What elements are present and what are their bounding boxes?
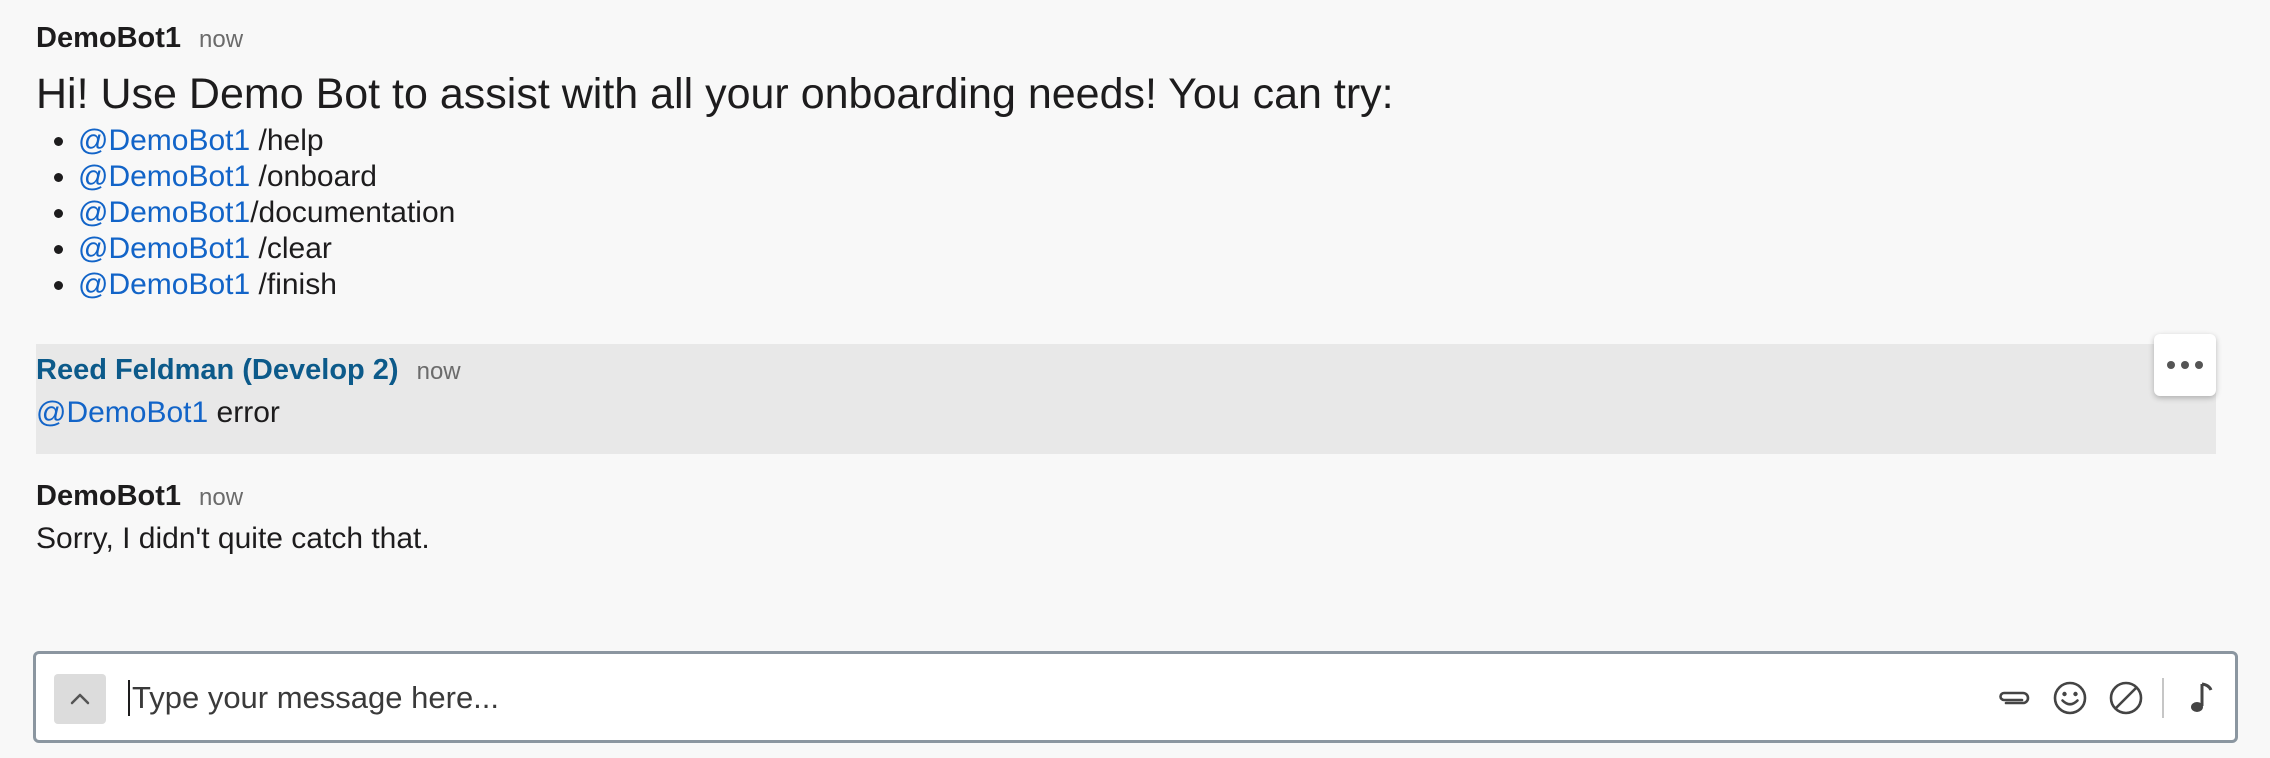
more-dot <box>2181 361 2189 369</box>
more-actions-button[interactable] <box>2154 334 2216 396</box>
command-text: /documentation <box>250 196 456 229</box>
chevron-up-icon <box>70 693 90 705</box>
list-item: @DemoBot1 /help <box>78 123 2216 159</box>
list-item: @DemoBot1/documentation <box>78 195 2216 231</box>
message-input[interactable]: Type your message here... <box>128 672 1828 724</box>
more-dot <box>2195 361 2203 369</box>
list-item: @DemoBot1 /clear <box>78 231 2216 267</box>
paperclip-icon <box>1999 691 2030 705</box>
bot-message-reply: DemoBot1 now Sorry, I didn't quite catch… <box>36 480 2216 559</box>
command-text: /onboard <box>250 160 377 193</box>
command-text: /clear <box>250 232 332 265</box>
command-text: /finish <box>250 268 337 301</box>
message-timestamp: now <box>416 358 461 385</box>
message-body: error <box>208 396 280 429</box>
bot-message-welcome: DemoBot1 now Hi! Use Demo Bot to assist … <box>36 22 2216 303</box>
mention-link[interactable]: @DemoBot1 <box>78 232 250 265</box>
mention-link[interactable]: @DemoBot1 <box>36 396 208 429</box>
message-timestamp: now <box>199 26 244 53</box>
mention-link[interactable]: @DemoBot1 <box>78 268 250 301</box>
input-placeholder: Type your message here... <box>132 680 500 715</box>
music-note-icon <box>2191 682 2213 712</box>
command-list: @DemoBot1 /help @DemoBot1 /onboard @Demo… <box>36 123 2216 303</box>
list-item: @DemoBot1 /onboard <box>78 159 2216 195</box>
welcome-text: Hi! Use Demo Bot to assist with all your… <box>36 70 1394 118</box>
sender-name[interactable]: Reed Feldman (Develop 2) <box>36 354 399 387</box>
expand-composer-button[interactable] <box>54 674 106 724</box>
message-header: DemoBot1 now <box>36 480 2216 513</box>
message-header: DemoBot1 now <box>36 22 2216 55</box>
command-text: /help <box>250 124 324 157</box>
message-header: Reed Feldman (Develop 2) now <box>36 354 2216 387</box>
sender-name[interactable]: DemoBot1 <box>36 480 181 513</box>
user-message[interactable]: Reed Feldman (Develop 2) now @DemoBot1 e… <box>36 354 2216 433</box>
message-text: Sorry, I didn't quite catch that. <box>36 522 430 555</box>
mention-link[interactable]: @DemoBot1 <box>78 196 250 229</box>
message-text: @DemoBot1 error <box>36 393 2216 433</box>
mention-link[interactable]: @DemoBot1 <box>78 160 250 193</box>
emoji-icon <box>2053 681 2087 715</box>
block-icon <box>2109 681 2143 715</box>
block-button[interactable] <box>2104 676 2148 720</box>
emoji-button[interactable] <box>2048 676 2092 720</box>
attach-button[interactable] <box>1992 676 2036 720</box>
toolbar-divider <box>2162 678 2164 718</box>
list-item: @DemoBot1 /finish <box>78 267 2216 303</box>
text-caret <box>128 680 130 716</box>
sender-name[interactable]: DemoBot1 <box>36 22 181 55</box>
mention-link[interactable]: @DemoBot1 <box>78 124 250 157</box>
audio-button[interactable] <box>2180 676 2224 720</box>
message-composer[interactable]: Type your message here... <box>33 651 2238 743</box>
more-dot <box>2167 361 2175 369</box>
message-timestamp: now <box>199 484 244 511</box>
